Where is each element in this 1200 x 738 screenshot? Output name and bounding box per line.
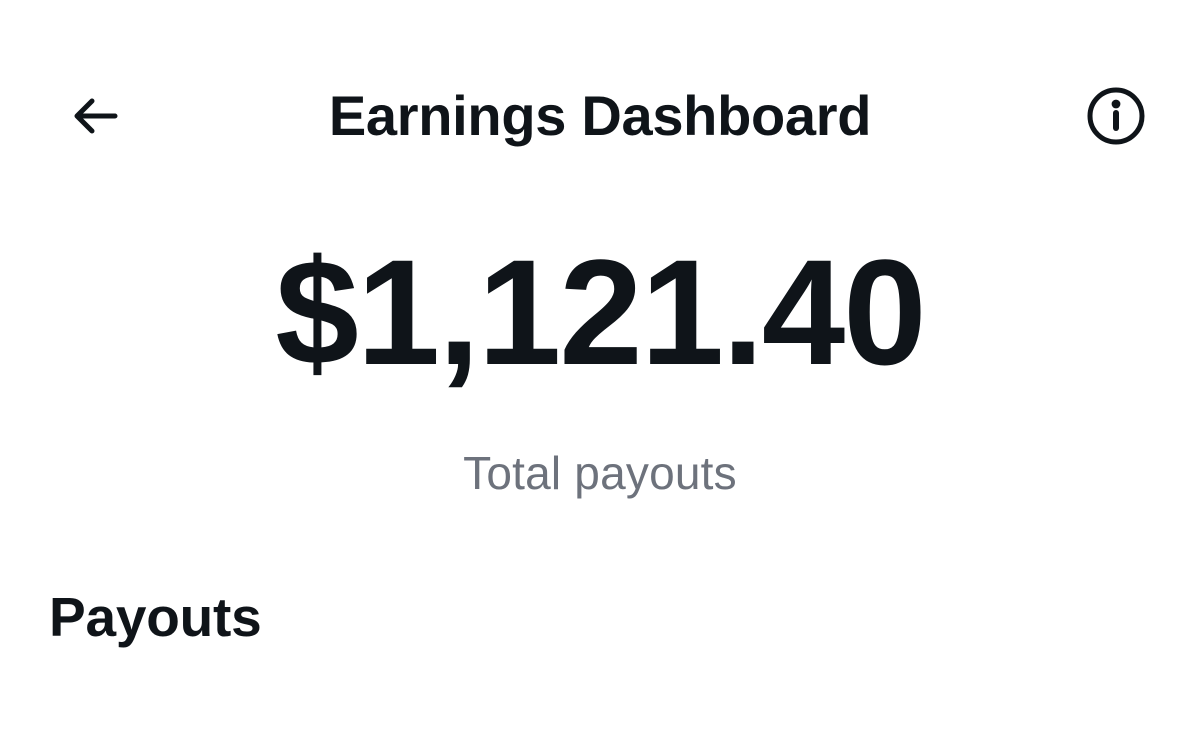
info-button[interactable] — [1078, 80, 1154, 152]
top-navigation-bar: Earnings Dashboard — [0, 0, 1200, 232]
info-circle-icon — [1087, 87, 1145, 145]
total-payouts-amount: $1,121.40 — [275, 228, 926, 396]
total-payouts-label: Total payouts — [463, 447, 737, 499]
payouts-section-title: Payouts — [49, 586, 262, 648]
page-title: Earnings Dashboard — [328, 84, 872, 147]
